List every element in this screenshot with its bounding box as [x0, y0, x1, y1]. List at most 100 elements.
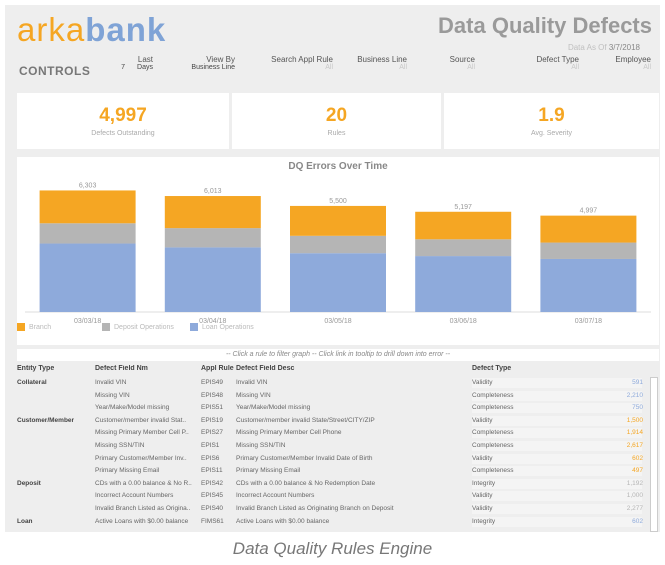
table-row[interactable]: Customer/Member Customer/member invalid S… — [17, 415, 647, 427]
bar-segment-branch[interactable] — [415, 211, 512, 240]
cell-defect-count[interactable]: 497 — [632, 467, 643, 474]
cell-defect-count[interactable]: 1,000 — [627, 492, 643, 499]
cell-appl-rule: EPIS48 — [201, 391, 224, 399]
cell-defect-type: Integrity — [472, 517, 496, 525]
defect-type-control[interactable]: Defect Type All — [513, 55, 579, 71]
cell-defect-count[interactable]: 591 — [632, 379, 643, 386]
business-line-control[interactable]: Business Line All — [343, 55, 407, 71]
source-control[interactable]: Source All — [425, 55, 475, 71]
cell-defect-desc: Year/Make/Model missing — [236, 404, 311, 412]
legend-swatch-branch — [17, 323, 25, 331]
bar-segment-deposit-operations[interactable] — [164, 228, 261, 248]
bar-segment-branch[interactable] — [164, 196, 261, 229]
bar-segment-deposit-operations[interactable] — [415, 239, 512, 257]
cell-defect-count[interactable]: 1,192 — [627, 480, 643, 487]
cell-defect-desc: Primary Customer/Member Invalid Date of … — [236, 454, 373, 462]
cell-defect-count[interactable]: 2,277 — [627, 505, 643, 512]
cell-appl-rule: EPIS6 — [201, 454, 220, 462]
bar-segment-deposit-operations[interactable] — [39, 223, 136, 244]
bar-segment-branch[interactable] — [540, 215, 637, 243]
cell-defect-type: Completeness — [472, 391, 514, 399]
kpi-rules: 20 Rules — [232, 93, 441, 149]
bar-segment-deposit-operations[interactable] — [540, 242, 637, 259]
cell-defect-count[interactable]: 750 — [632, 404, 643, 411]
table-row[interactable]: Invalid Branch Listed as Origina.. EPIS40… — [17, 503, 647, 515]
bar-segment-loan-operations[interactable] — [415, 256, 512, 312]
bar-total-label: 4,997 — [580, 208, 598, 215]
bar-segment-loan-operations[interactable] — [540, 258, 637, 312]
cell-appl-rule: EPIS27 — [201, 429, 224, 437]
controls-label: CONTROLS — [19, 64, 91, 78]
cell-defect-count[interactable]: 2,617 — [627, 442, 643, 449]
bar-segment-loan-operations[interactable] — [290, 253, 386, 312]
legend-swatch-loan — [190, 323, 198, 331]
cell-defect-field: Active Loans with $0.00 balance — [95, 517, 189, 525]
cell-defect-type: Completeness — [472, 442, 514, 449]
cell-defect-type: Completeness — [472, 467, 514, 475]
cell-appl-rule: EPIS51 — [201, 404, 224, 412]
table-row[interactable]: Incorrect Account Numbers EPIS45 Incorrect… — [17, 490, 647, 502]
cell-defect-field: Year/Make/Model missing — [95, 404, 170, 412]
kpi-defects-outstanding: 4,997 Defects Outstanding — [17, 93, 229, 149]
cell-defect-field: CDs with a 0.00 balance & No R.. — [95, 479, 192, 487]
cell-defect-desc: Missing Primary Member Cell Phone — [236, 429, 342, 437]
cell-appl-rule: EPIS49 — [201, 379, 224, 386]
table-row[interactable]: Primary Missing Email EPIS11 Primary Missi… — [17, 465, 647, 477]
col-header-type: Defect Type — [472, 365, 512, 372]
cell-appl-rule: EPIS1 — [201, 442, 220, 449]
bar-segment-loan-operations[interactable] — [39, 243, 136, 312]
table-row[interactable]: Primary Customer/Member Inv.. EPIS6 Primar… — [17, 453, 647, 465]
legend-swatch-deposit — [102, 323, 110, 331]
table-row[interactable]: Loan Active Loans with $0.00 balance FIMS6… — [17, 516, 647, 528]
x-tick-label: 03/06/18 — [450, 318, 477, 325]
employee-control[interactable]: Employee All — [593, 55, 651, 71]
cell-defect-count[interactable]: 1,914 — [627, 429, 643, 436]
col-header-rule: Appl Rule — [201, 365, 234, 372]
data-as-of: Data As Of 3/7/2018 — [567, 43, 640, 52]
search-rule-control[interactable]: Search Appl Rule All — [255, 55, 333, 71]
cell-defect-count[interactable]: 2,210 — [627, 392, 643, 399]
cell-defect-count[interactable]: 602 — [632, 455, 643, 462]
table-row[interactable]: Collateral Invalid VIN EPIS49 Invalid VIN Va… — [17, 377, 647, 389]
cell-defect-field: Customer/member invalid Stat.. — [95, 416, 187, 424]
cell-appl-rule: FIMS61 — [201, 517, 224, 525]
table-row[interactable]: Missing VIN EPIS48 Missing VIN Completeness… — [17, 390, 647, 402]
cell-appl-rule: EPIS11 — [201, 467, 223, 475]
cell-defect-type: Validity — [472, 454, 493, 462]
last-days-control[interactable]: Last 7 Days — [97, 55, 153, 71]
cell-defect-count[interactable]: 602 — [632, 518, 643, 525]
cell-entity-type: Loan — [17, 517, 33, 525]
table-row[interactable]: Missing SSN/TIN EPIS1 Missing SSN/TIN Compl… — [17, 440, 647, 452]
legend-item-branch[interactable]: Branch — [17, 323, 51, 331]
cell-defect-type: Completeness — [472, 429, 514, 437]
cell-defect-field: Missing Primary Member Cell P.. — [95, 429, 189, 437]
kpi-avg-severity: 1.9 Avg. Severity — [444, 93, 659, 149]
chart-svg[interactable]: 6,30303/03/186,01303/04/185,50003/05/185… — [17, 157, 659, 345]
table-row[interactable]: Deposit CDs with a 0.00 balance & No R.. E… — [17, 478, 647, 490]
col-header-desc: Defect Field Desc — [236, 365, 295, 372]
page-title: Data Quality Defects — [438, 13, 652, 38]
defect-rules-table: Entity Type Defect Field Nm Appl Rule De… — [17, 365, 647, 532]
arkabank-logo: arkabank — [17, 11, 167, 48]
x-tick-label: 03/07/18 — [575, 318, 602, 325]
bar-segment-loan-operations[interactable] — [164, 247, 261, 312]
cell-entity-type: Collateral — [17, 379, 47, 386]
table-row[interactable]: Missing Primary Member Cell P.. EPIS27 Mis… — [17, 427, 647, 439]
bar-segment-deposit-operations[interactable] — [290, 235, 386, 254]
table-scrollbar[interactable] — [650, 377, 658, 532]
view-by-control[interactable]: View By Business Line — [173, 55, 235, 71]
cell-defect-desc: CDs with a 0.00 balance & No Redemption … — [236, 479, 376, 487]
cell-defect-count[interactable]: 1,500 — [627, 417, 643, 424]
legend-item-loan[interactable]: Loan Operations — [190, 323, 254, 331]
bar-segment-branch[interactable] — [39, 190, 136, 224]
legend-item-deposit[interactable]: Deposit Operations — [102, 323, 174, 331]
table-row[interactable]: Year/Make/Model missing EPIS51 Year/Make/M… — [17, 402, 647, 414]
cell-entity-type: Deposit — [17, 479, 41, 487]
filter-hint: -- Click a rule to filter graph -- Click… — [17, 349, 659, 361]
cell-entity-type: Customer/Member — [17, 416, 75, 424]
bar-total-label: 5,197 — [454, 204, 472, 211]
cell-defect-type: Validity — [472, 379, 493, 386]
bar-segment-branch[interactable] — [290, 205, 386, 236]
dq-errors-chart[interactable]: DQ Errors Over Time 6,303 03/03/18 6,013 03… — [17, 157, 659, 345]
cell-defect-field: Primary Customer/Member Inv.. — [95, 454, 187, 462]
